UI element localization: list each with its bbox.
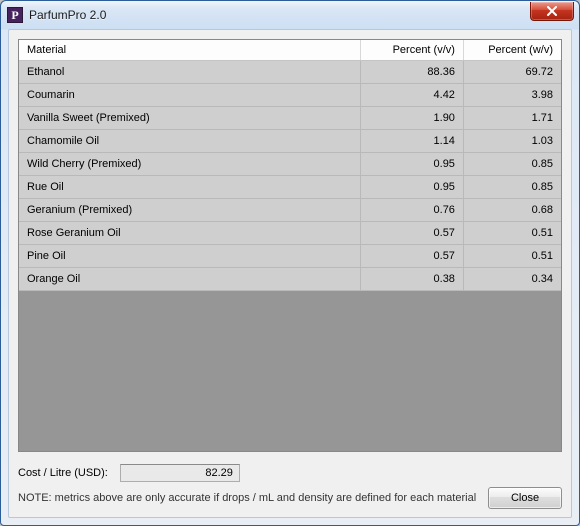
bottom-row: NOTE: metrics above are only accurate if… — [18, 487, 562, 509]
cell-material: Pine Oil — [19, 245, 360, 268]
close-icon — [547, 6, 557, 16]
table-row[interactable]: Rose Geranium Oil0.570.51 — [19, 222, 561, 245]
cell-material: Wild Cherry (Premixed) — [19, 153, 360, 176]
cell-percent-vv: 0.95 — [360, 176, 463, 199]
cost-field[interactable] — [120, 464, 240, 482]
cell-percent-wv: 0.34 — [463, 268, 561, 291]
cell-material: Orange Oil — [19, 268, 360, 291]
cell-material: Rue Oil — [19, 176, 360, 199]
window-title: ParfumPro 2.0 — [29, 8, 106, 22]
footer: Cost / Litre (USD): NOTE: metrics above … — [9, 458, 571, 517]
table-body: Ethanol88.3669.72Coumarin4.423.98Vanilla… — [19, 61, 561, 291]
table-row[interactable]: Orange Oil0.380.34 — [19, 268, 561, 291]
app-icon: P — [7, 7, 23, 23]
cell-percent-vv: 0.57 — [360, 222, 463, 245]
table-row[interactable]: Wild Cherry (Premixed)0.950.85 — [19, 153, 561, 176]
table-header-row: Material Percent (v/v) Percent (w/v) — [19, 40, 561, 61]
cell-material: Geranium (Premixed) — [19, 199, 360, 222]
table-row[interactable]: Rue Oil0.950.85 — [19, 176, 561, 199]
cell-material: Ethanol — [19, 61, 360, 84]
cost-row: Cost / Litre (USD): — [18, 464, 562, 482]
client-area: Material Percent (v/v) Percent (w/v) Eth… — [8, 29, 572, 518]
cell-percent-vv: 1.90 — [360, 107, 463, 130]
close-button[interactable]: Close — [488, 487, 562, 509]
cell-percent-vv: 88.36 — [360, 61, 463, 84]
app-window: P ParfumPro 2.0 Material Percent (v/v) P… — [0, 0, 580, 526]
cell-percent-wv: 0.85 — [463, 176, 561, 199]
materials-table-container: Material Percent (v/v) Percent (w/v) Eth… — [18, 39, 562, 452]
table-row[interactable]: Geranium (Premixed)0.760.68 — [19, 199, 561, 222]
cell-material: Rose Geranium Oil — [19, 222, 360, 245]
cell-percent-wv: 0.51 — [463, 222, 561, 245]
cell-percent-vv: 0.76 — [360, 199, 463, 222]
cell-percent-wv: 1.71 — [463, 107, 561, 130]
cell-percent-vv: 0.95 — [360, 153, 463, 176]
cell-material: Vanilla Sweet (Premixed) — [19, 107, 360, 130]
cell-percent-vv: 4.42 — [360, 84, 463, 107]
column-header-material[interactable]: Material — [19, 40, 360, 61]
cell-percent-vv: 0.57 — [360, 245, 463, 268]
table-row[interactable]: Ethanol88.3669.72 — [19, 61, 561, 84]
table-empty-area — [19, 291, 561, 451]
table-row[interactable]: Pine Oil0.570.51 — [19, 245, 561, 268]
cell-percent-wv: 0.68 — [463, 199, 561, 222]
table-row[interactable]: Vanilla Sweet (Premixed)1.901.71 — [19, 107, 561, 130]
cell-percent-vv: 1.14 — [360, 130, 463, 153]
note-text: NOTE: metrics above are only accurate if… — [18, 492, 476, 504]
cell-percent-wv: 0.85 — [463, 153, 561, 176]
cell-percent-wv: 69.72 — [463, 61, 561, 84]
cell-percent-wv: 1.03 — [463, 130, 561, 153]
titlebar[interactable]: P ParfumPro 2.0 — [1, 1, 579, 29]
cell-percent-wv: 0.51 — [463, 245, 561, 268]
window-close-button[interactable] — [530, 2, 574, 21]
cell-percent-vv: 0.38 — [360, 268, 463, 291]
table-row[interactable]: Chamomile Oil1.141.03 — [19, 130, 561, 153]
cell-material: Chamomile Oil — [19, 130, 360, 153]
materials-table: Material Percent (v/v) Percent (w/v) Eth… — [19, 40, 561, 291]
cell-material: Coumarin — [19, 84, 360, 107]
table-row[interactable]: Coumarin4.423.98 — [19, 84, 561, 107]
column-header-percent-vv[interactable]: Percent (v/v) — [360, 40, 463, 61]
cell-percent-wv: 3.98 — [463, 84, 561, 107]
cost-label: Cost / Litre (USD): — [18, 467, 108, 479]
column-header-percent-wv[interactable]: Percent (w/v) — [463, 40, 561, 61]
